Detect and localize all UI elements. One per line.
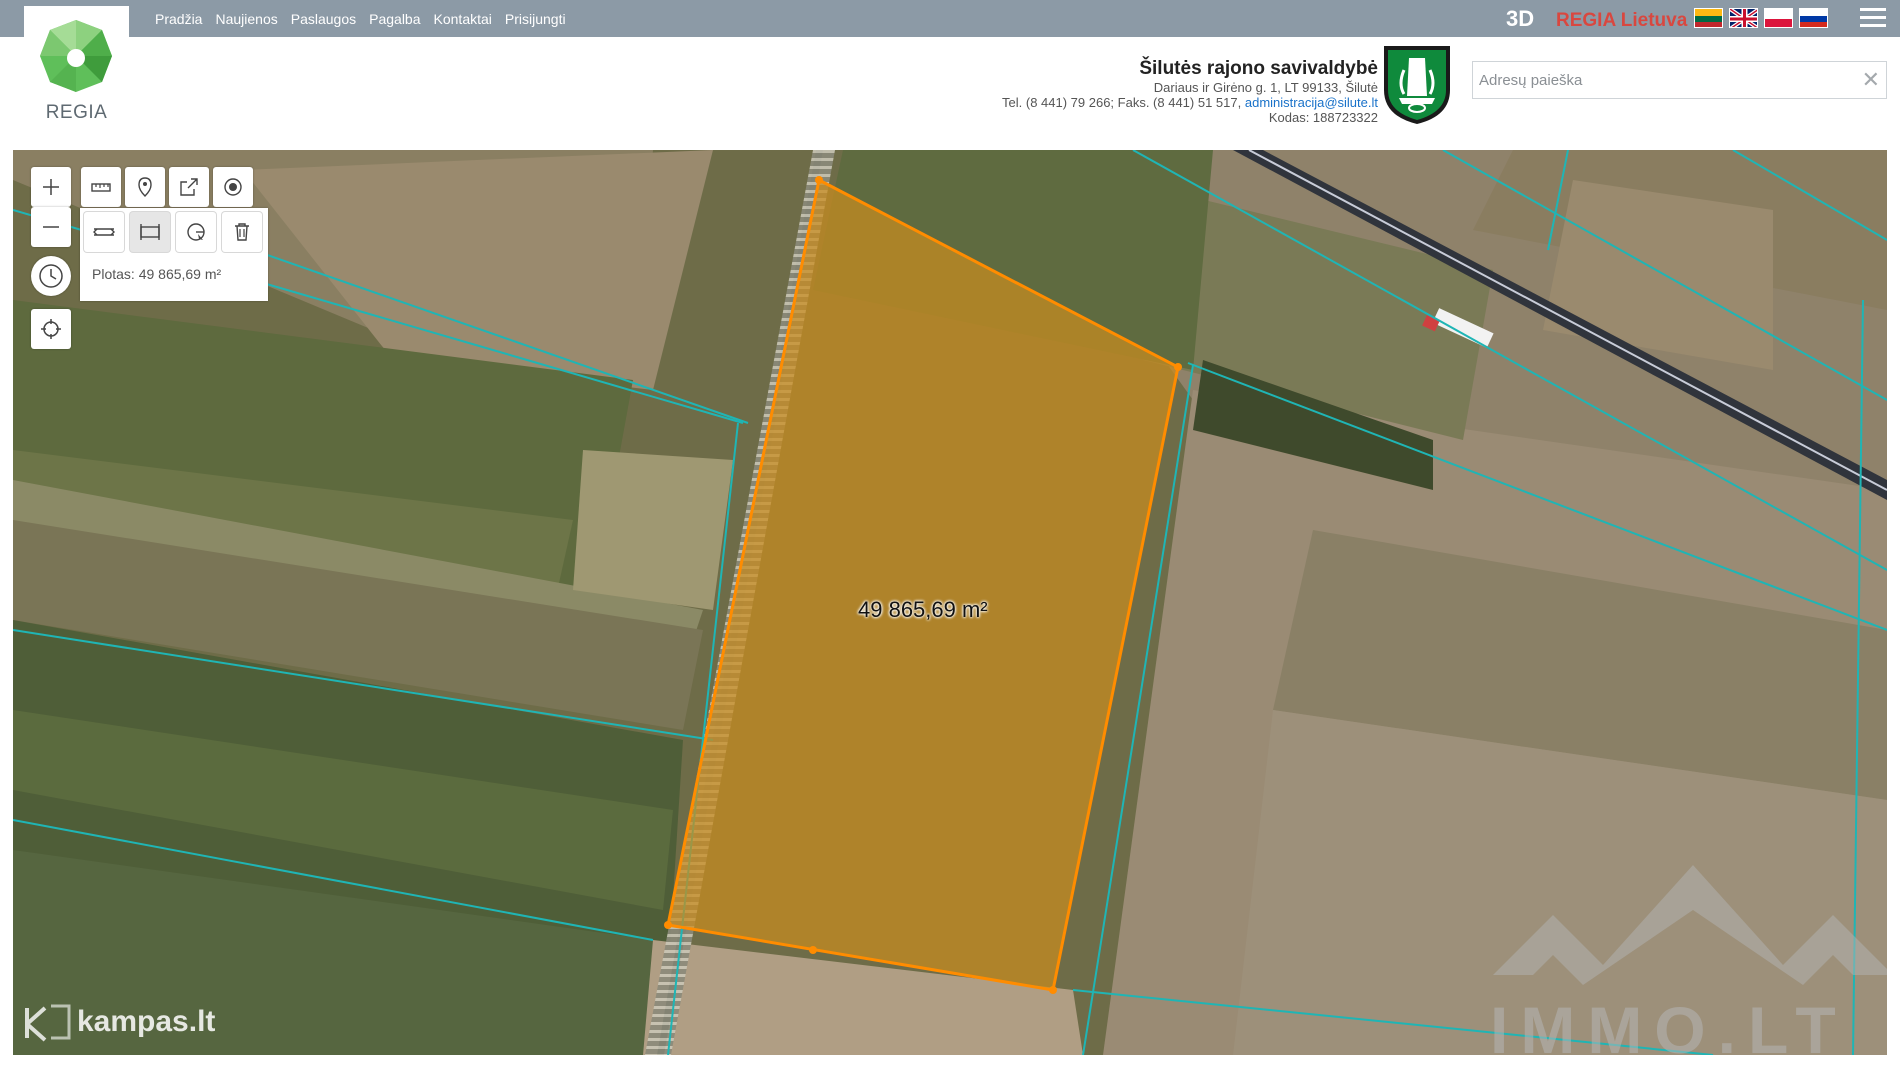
flag-lt-icon[interactable]: [1694, 8, 1723, 28]
municipality-code: Kodas: 188723322: [1268, 110, 1378, 125]
history-icon: [39, 264, 63, 288]
measure-radius-button[interactable]: [176, 212, 216, 252]
address-search: ✕: [1472, 61, 1887, 99]
clear-measurements-button[interactable]: [222, 212, 262, 252]
share-icon: [180, 178, 198, 196]
municipality-contacts: Tel. (8 441) 79 266; Faks. (8 441) 51 51…: [1002, 95, 1378, 110]
kampas-watermark-text: kampas.lt: [77, 1005, 216, 1038]
nav-contacts[interactable]: Kontaktai: [434, 11, 492, 27]
share-button[interactable]: [169, 167, 209, 207]
regia-logo-text: REGIA: [45, 102, 108, 123]
measure-area-icon: [140, 224, 160, 240]
locate-icon: [41, 319, 61, 339]
3d-button[interactable]: 3D: [1506, 6, 1534, 32]
area-readout: Plotas: 49 865,69 m²: [92, 266, 222, 282]
trash-icon: [235, 223, 249, 241]
history-button[interactable]: [31, 256, 71, 296]
measure-distance-icon: [93, 228, 115, 236]
municipality-phones: Tel. (8 441) 79 266; Faks. (8 441) 51 51…: [1002, 95, 1242, 110]
regia-lietuva-link[interactable]: REGIA Lietuva: [1556, 10, 1687, 32]
flag-pl-icon[interactable]: [1764, 8, 1793, 28]
record-icon: [224, 178, 242, 196]
zoom-out-button[interactable]: [31, 207, 71, 247]
measure-radius-icon: [187, 223, 205, 241]
measure-distance-button[interactable]: [84, 212, 124, 252]
zoom-out-icon: [43, 226, 59, 228]
nav-news[interactable]: Naujienos: [215, 11, 277, 27]
regia-logo-icon: [40, 20, 112, 92]
map-view[interactable]: 49 865,69 m² Plotas: 49 865,69 m² IMMO.L…: [13, 150, 1887, 1055]
locate-button[interactable]: [31, 309, 71, 349]
top-navigation: Pradžia Naujienos Paslaugos Pagalba Kont…: [155, 0, 566, 37]
immo-watermark-text: IMMO.LT: [1490, 993, 1848, 1055]
nav-login[interactable]: Prisijungti: [505, 11, 566, 27]
nav-help[interactable]: Pagalba: [369, 11, 420, 27]
ruler-icon: [91, 183, 111, 192]
zoom-in-icon: [43, 179, 59, 195]
measure-panel: Plotas: 49 865,69 m²: [80, 208, 268, 301]
address-search-input[interactable]: [1473, 62, 1853, 98]
pin-button[interactable]: [125, 167, 165, 207]
ruler-button[interactable]: [81, 167, 121, 207]
regia-logo[interactable]: REGIA: [24, 6, 129, 123]
flag-ru-icon[interactable]: [1799, 8, 1828, 28]
nav-services[interactable]: Paslaugos: [291, 11, 356, 27]
zoom-in-button[interactable]: [31, 167, 71, 207]
municipality-email-link[interactable]: administracija@silute.lt: [1245, 95, 1378, 110]
municipality-info: Šilutės rajono savivaldybė Dariaus ir Gi…: [1002, 58, 1378, 125]
search-clear-icon[interactable]: ✕: [1862, 67, 1880, 93]
language-flags: [1694, 8, 1828, 28]
municipality-address: Dariaus ir Girėno g. 1, LT 99133, Šilutė: [1153, 80, 1378, 95]
municipality-name: Šilutės rajono savivaldybė: [1139, 58, 1378, 79]
kampas-watermark: kampas.lt: [23, 1002, 215, 1042]
pin-icon: [138, 177, 152, 197]
nav-home[interactable]: Pradžia: [155, 11, 202, 27]
kampas-logo-icon: [25, 1004, 71, 1042]
parcel-area-label: 49 865,69 m²: [858, 597, 988, 622]
record-button[interactable]: [213, 167, 253, 207]
flag-en-icon[interactable]: [1729, 8, 1758, 28]
municipality-crest-icon: [1384, 46, 1450, 124]
hamburger-menu-icon[interactable]: [1860, 8, 1886, 30]
measure-area-button[interactable]: [130, 212, 170, 252]
